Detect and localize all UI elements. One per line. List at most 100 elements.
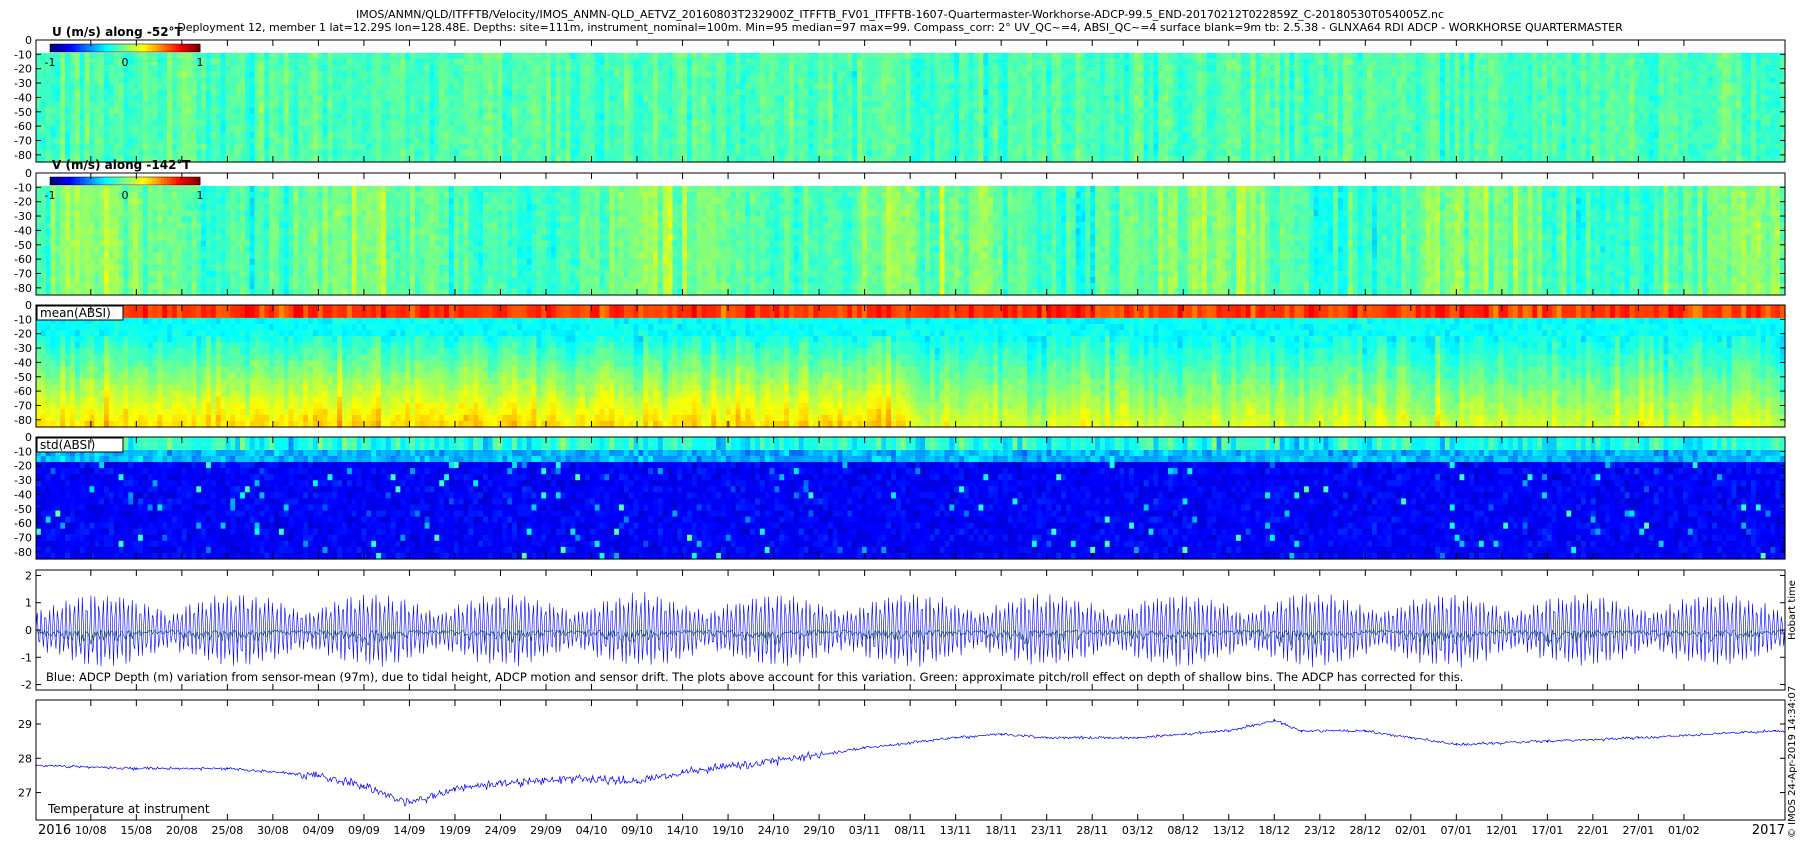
heatmap-cell: [653, 150, 658, 157]
heatmap-cell: [1129, 150, 1134, 157]
heatmap-cell: [143, 126, 148, 133]
heatmap-cell: [915, 65, 920, 72]
heatmap-cell: [128, 53, 133, 60]
heatmap-cell: [983, 144, 988, 151]
heatmap-cell: [255, 126, 260, 133]
heatmap-cell: [381, 71, 386, 78]
heatmap-cell: [46, 107, 51, 114]
heatmap-cell: [444, 126, 449, 133]
heatmap-cell: [755, 95, 760, 102]
heatmap-cell: [988, 126, 993, 133]
heatmap-cell: [979, 120, 984, 127]
heatmap-cell: [41, 150, 46, 157]
heatmap-cell: [672, 83, 677, 90]
heatmap-cell: [881, 77, 886, 84]
heatmap-cell: [784, 132, 789, 139]
heatmap-cell: [891, 126, 896, 133]
heatmap-cell: [337, 53, 342, 60]
heatmap-cell: [235, 101, 240, 108]
heatmap-cell: [842, 144, 847, 151]
heatmap-cell: [1008, 114, 1013, 121]
heatmap-cell: [65, 101, 70, 108]
heatmap-cell: [65, 114, 70, 121]
heatmap-cell: [289, 65, 294, 72]
heatmap-cell: [235, 150, 240, 157]
heatmap-cell: [488, 132, 493, 139]
heatmap-cell: [1105, 77, 1110, 84]
heatmap-cell: [643, 150, 648, 157]
heatmap-cell: [522, 126, 527, 133]
heatmap-cell: [624, 144, 629, 151]
heatmap-cell: [235, 114, 240, 121]
heatmap-cell: [337, 101, 342, 108]
heatmap-cell: [396, 77, 401, 84]
heatmap-cell: [687, 144, 692, 151]
heatmap-cell: [376, 77, 381, 84]
heatmap-cell: [983, 150, 988, 157]
heatmap-cell: [551, 77, 556, 84]
heatmap-cell: [167, 77, 172, 84]
heatmap-cell: [94, 89, 99, 96]
heatmap-cell: [818, 138, 823, 145]
heatmap-cell: [425, 83, 430, 90]
heatmap-cell: [332, 71, 337, 78]
heatmap-cell: [405, 89, 410, 96]
heatmap-cell: [629, 53, 634, 60]
heatmap-cell: [478, 107, 483, 114]
heatmap-cell: [109, 120, 114, 127]
heatmap-cell: [293, 114, 298, 121]
heatmap-cell: [663, 95, 668, 102]
heatmap-cell: [318, 107, 323, 114]
heatmap-cell: [298, 53, 303, 60]
heatmap-cell: [1134, 150, 1139, 157]
heatmap-cell: [760, 126, 765, 133]
heatmap-cell: [838, 77, 843, 84]
heatmap-cell: [1037, 126, 1042, 133]
heatmap-cell: [245, 71, 250, 78]
heatmap-cell: [876, 53, 881, 60]
heatmap-cell: [357, 138, 362, 145]
heatmap-cell: [255, 150, 260, 157]
heatmap-cell: [668, 95, 673, 102]
heatmap-cell: [765, 114, 770, 121]
heatmap-cell: [488, 53, 493, 60]
heatmap-cell: [483, 126, 488, 133]
heatmap-cell: [886, 144, 891, 151]
heatmap-cell: [483, 59, 488, 66]
heatmap-cell: [566, 107, 571, 114]
heatmap-cell: [536, 77, 541, 84]
heatmap-cell: [104, 120, 109, 127]
heatmap-cell: [284, 53, 289, 60]
heatmap-cell: [464, 95, 469, 102]
heatmap-cell: [70, 71, 75, 78]
heatmap-cell: [979, 144, 984, 151]
heatmap-cell: [439, 150, 444, 157]
heatmap-cell: [1134, 95, 1139, 102]
heatmap-cell: [36, 138, 41, 145]
heatmap-cell: [770, 138, 775, 145]
heatmap-cell: [624, 138, 629, 145]
heatmap-cell: [264, 59, 269, 66]
heatmap-cell: [726, 59, 731, 66]
heatmap-cell: [808, 77, 813, 84]
heatmap-cell: [813, 83, 818, 90]
heatmap-cell: [187, 89, 192, 96]
heatmap-cell: [415, 126, 420, 133]
heatmap-cell: [828, 65, 833, 72]
heatmap-cell: [517, 138, 522, 145]
heatmap-cell: [323, 59, 328, 66]
heatmap-cell: [191, 132, 196, 139]
heatmap-cell: [191, 107, 196, 114]
heatmap-cell: [65, 83, 70, 90]
heatmap-cell: [867, 95, 872, 102]
heatmap-cell: [1095, 71, 1100, 78]
heatmap-cell: [133, 53, 138, 60]
heatmap-cell: [575, 83, 580, 90]
heatmap-cell: [789, 120, 794, 127]
heatmap-cell: [619, 65, 624, 72]
heatmap-cell: [191, 77, 196, 84]
heatmap-cell: [94, 77, 99, 84]
heatmap-cell: [648, 59, 653, 66]
heatmap-cell: [852, 107, 857, 114]
heatmap-cell: [906, 59, 911, 66]
